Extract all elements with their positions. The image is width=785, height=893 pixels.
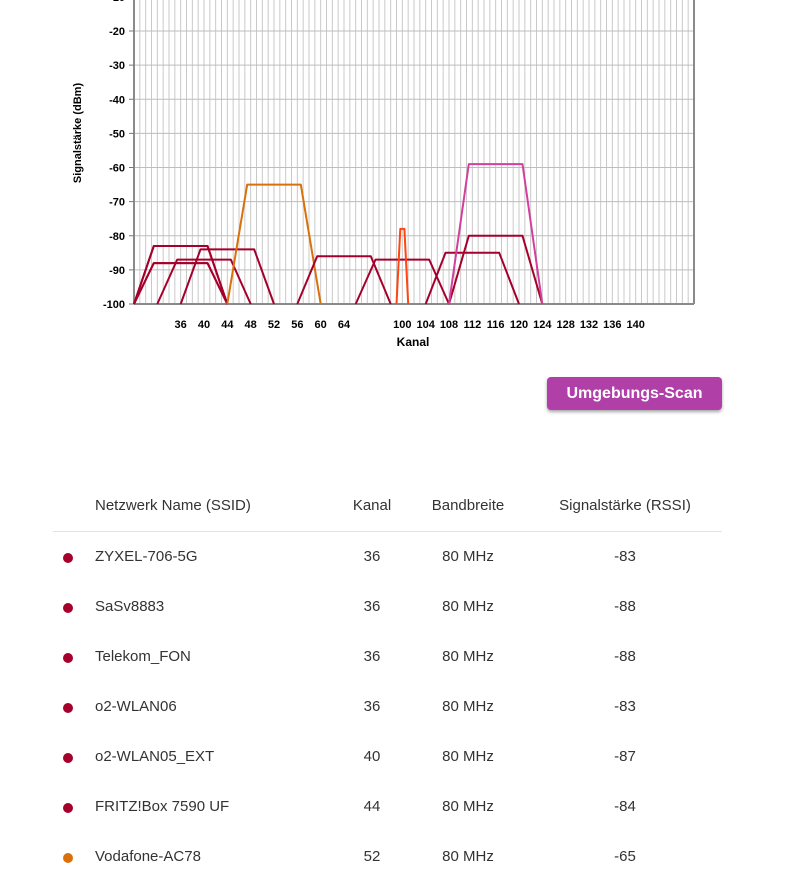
x-tick-label: 100 [393,319,411,331]
table-row[interactable]: Vodafone-AC78 52 80 MHz -65 [53,845,722,875]
rssi-value: -83 [614,698,636,715]
table-row[interactable]: Telekom_FON 36 80 MHz -88 [53,645,722,675]
x-tick-label: 120 [510,319,528,331]
header-channel-label: Kanal [352,497,392,514]
rssi-value: -65 [614,848,636,865]
rssi-value: -88 [614,648,636,665]
x-tick-label: 60 [315,319,327,331]
y-axis-label: Signalstärke (dBm) [72,83,84,184]
y-tick-label: -30 [109,60,125,72]
x-tick-label: 44 [221,319,234,331]
x-tick-label: 112 [463,319,481,331]
table-row[interactable]: SaSv8883 36 80 MHz -88 [53,595,722,625]
x-tick-label: 128 [556,319,574,331]
channel-value: 52 [363,848,381,865]
rssi-value: -84 [614,798,636,815]
network-color-dot [63,753,73,763]
network-color-dot [63,553,73,563]
channel-value: 44 [363,798,381,815]
channel-value: 36 [363,598,381,615]
header-bandwidth-label: Bandbreite [431,497,505,514]
bandwidth-value: 80 MHz [442,648,494,665]
channel-value: 36 [363,698,381,715]
y-tick-label: -60 [109,163,125,175]
rssi-value: -88 [614,598,636,615]
ssid-cell: o2-WLAN05_EXT [95,748,215,765]
x-tick-label: 124 [533,319,552,331]
ssid-cell: ZYXEL-706-5G [95,548,198,565]
x-tick-label: 40 [198,319,210,331]
x-axis-label: Kanal [397,335,430,349]
signal-chart: -10 -20 -30 -40 -50 -60 -70 -80 -90 -100 36 40 44 48… [72,0,695,349]
channel-value: 36 [363,548,381,565]
x-tick-label: 48 [245,319,257,331]
rssi-value: -83 [614,548,636,565]
ssid-cell: FRITZ!Box 7590 UF [95,798,230,815]
y-tick-label: -100 [103,299,125,311]
bandwidth-value: 80 MHz [442,848,494,865]
table-row[interactable]: FRITZ!Box 7590 UF 44 80 MHz -84 [53,795,722,825]
x-tick-label: 116 [487,319,505,331]
x-tick-label: 64 [338,319,351,331]
ssid-cell: Vodafone-AC78 [95,848,201,865]
bandwidth-value: 80 MHz [442,698,494,715]
environment-scan-button[interactable]: Umgebungs-Scan [547,377,722,410]
y-tick-label: -50 [109,128,125,140]
ssid-cell: o2-WLAN06 [95,698,177,715]
y-tick-label: -20 [109,26,125,38]
bandwidth-value: 80 MHz [442,748,494,765]
channel-value: 40 [363,748,381,765]
x-tick-label: 136 [603,319,621,331]
channel-value: 36 [363,648,381,665]
y-tick-label: -10 [109,0,125,4]
x-tick-label: 140 [626,319,644,331]
network-color-dot [63,803,73,813]
ssid-cell: Telekom_FON [95,648,191,665]
x-tick-label: 52 [268,319,280,331]
network-color-dot [63,703,73,713]
header-rssi-label: Signalstärke (RSSI) [559,497,691,514]
y-tick-label: -70 [109,197,125,209]
x-tick-label: 56 [291,319,303,331]
table-header: Netzwerk Name (SSID) Kanal Bandbreite Si… [53,494,722,532]
network-color-dot [63,603,73,613]
bandwidth-value: 80 MHz [442,548,494,565]
table-row[interactable]: o2-WLAN06 36 80 MHz -83 [53,695,722,725]
y-tick-label: -40 [109,94,125,106]
rssi-value: -87 [614,748,636,765]
y-tick-label: -90 [109,265,125,277]
ssid-cell: SaSv8883 [95,598,165,615]
x-tick-label: 104 [416,319,435,331]
table-row[interactable]: o2-WLAN05_EXT 40 80 MHz -87 [53,745,722,775]
x-tick-label: 108 [440,319,458,331]
header-ssid[interactable]: Netzwerk Name (SSID) [95,497,251,514]
x-tick-label: 36 [175,319,187,331]
table-row[interactable]: ZYXEL-706-5G 36 80 MHz -83 [53,545,722,575]
network-color-dot [63,853,73,863]
network-color-dot [63,653,73,663]
y-tick-label: -80 [109,231,125,243]
bandwidth-value: 80 MHz [442,798,494,815]
x-tick-label: 132 [580,319,598,331]
bandwidth-value: 80 MHz [442,598,494,615]
